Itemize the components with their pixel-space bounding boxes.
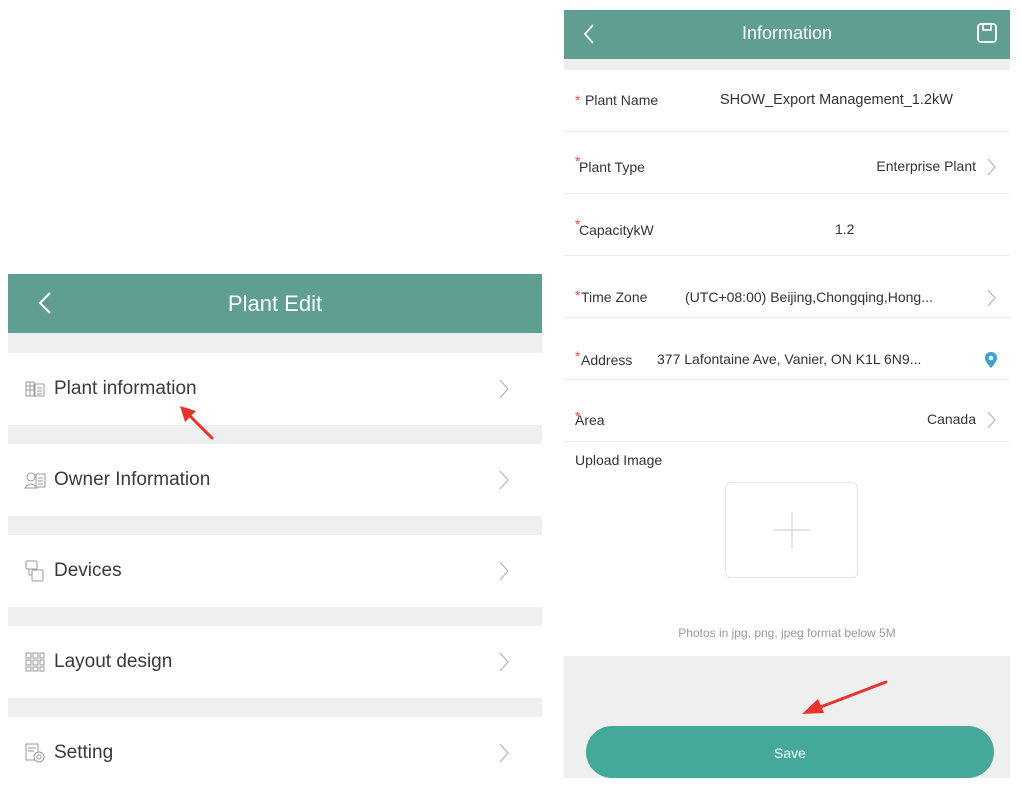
chevron-right-icon [984,157,998,177]
devices-icon [24,560,46,582]
information-navbar: Information [564,10,1010,59]
plus-icon [773,512,810,548]
menu-item-label: Owner Information [54,469,211,490]
menu-item-devices[interactable]: Devices [8,535,542,607]
chevron-right-icon [494,741,514,765]
chevron-right-icon [984,288,998,308]
floppy-disk-icon [977,23,997,43]
time-zone-row[interactable]: * Time Zone (UTC+08:00) Beijing,Chongqin… [564,256,1010,318]
information-screen: Information * Plant Name SHOW_Export Man… [564,10,1010,778]
upload-hint: Photos in jpg, png, jpeg format below 5M [678,626,896,640]
menu-item-plant-information[interactable]: Plant information [8,353,542,425]
plant-name-row[interactable]: * Plant Name SHOW_Export Management_1.2k… [564,70,1010,132]
plant-type-value: Enterprise Plant [876,158,976,174]
plant-type-row[interactable]: * Plant Type Enterprise Plant [564,132,1010,194]
menu-item-label: Layout design [54,651,173,672]
plant-name-label: Plant Name [585,92,659,108]
setting-icon [24,742,46,764]
page-title: Information [741,23,833,43]
page-title: Plant Edit [227,291,323,316]
plant-type-label: Plant Type [579,159,645,175]
area-row[interactable]: * Area Canada [564,380,1010,442]
time-zone-label: Time Zone [581,289,648,305]
capacity-row[interactable]: * CapacitykW 1.2 [564,194,1010,256]
plant-name-value[interactable]: SHOW_Export Management_1.2kW [720,92,953,108]
chevron-right-icon [494,377,514,401]
required-marker: * [575,92,581,108]
area-label: Area [575,412,605,428]
annotation-arrow-icon [180,406,214,440]
chevron-right-icon [494,650,514,674]
capacity-label: CapacitykW [579,222,654,238]
location-pin-icon[interactable] [984,350,998,370]
plant-info-icon [24,378,46,400]
required-marker: * [575,348,581,364]
chevron-right-icon [984,410,998,430]
save-icon-button[interactable] [974,20,1000,46]
required-marker: * [575,287,581,303]
menu-item-layout-design[interactable]: Layout design [8,626,542,698]
upload-image-button[interactable] [725,482,858,578]
menu-item-label: Setting [54,742,114,763]
area-value: Canada [926,411,976,427]
save-button[interactable]: Save [586,726,994,778]
plant-edit-screen: Plant Edit Plant information Owner Infor… [8,274,542,789]
address-value[interactable]: 377 Lafontaine Ave, Vanier, ON K1L 6N9..… [657,351,921,367]
owner-icon [24,469,46,491]
chevron-right-icon [494,468,514,492]
address-label: Address [581,352,633,368]
menu-item-owner-information[interactable]: Owner Information [8,444,542,516]
chevron-right-icon [494,559,514,583]
plant-edit-navbar: Plant Edit [8,274,542,333]
layout-icon [24,651,46,673]
time-zone-value: (UTC+08:00) Beijing,Chongqing,Hong... [685,289,933,305]
menu-item-label: Devices [54,560,122,581]
annotation-arrow-icon [802,680,888,714]
address-row[interactable]: * Address 377 Lafontaine Ave, Vanier, ON… [564,318,1010,380]
upload-image-label: Upload Image [575,452,663,468]
menu-item-setting[interactable]: Setting [8,717,542,789]
capacity-value[interactable]: 1.2 [835,221,854,237]
menu-item-label: Plant information [54,378,197,399]
